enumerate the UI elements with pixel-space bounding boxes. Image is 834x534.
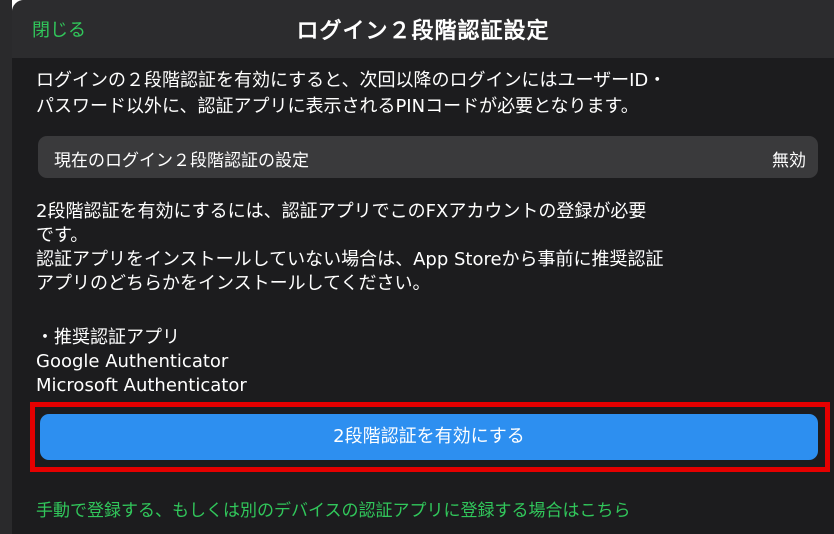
recommended-app-google: Google Authenticator — [36, 351, 229, 372]
page-title: ログイン２段階認証設定 — [296, 19, 550, 44]
intro-text: ログインの２段階認証を有効にすると、次回以降のログインにはユーザーID・ パスワ… — [36, 68, 826, 120]
two-factor-settings-modal: 閉じる ログイン２段階認証設定 ログインの２段階認証を有効にすると、次回以降のロ… — [12, 0, 834, 534]
recommended-apps-heading: ・推奨認証アプリ — [36, 327, 180, 348]
intro-line-1: ログインの２段階認証を有効にすると、次回以降のログインにはユーザーID・ — [36, 70, 667, 91]
instructions-line-1: 2段階認証を有効にするには、認証アプリでこのFXアカウントの登録が必要 — [36, 201, 647, 222]
recommended-app-microsoft: Microsoft Authenticator — [36, 375, 247, 396]
intro-line-2: パスワード以外に、認証アプリに表示されるPINコードが必要となります。 — [36, 96, 639, 117]
page: 閉じる ログイン２段階認証設定 ログインの２段階認証を有効にすると、次回以降のロ… — [0, 0, 834, 534]
instructions-text: 2段階認証を有効にするには、認証アプリでこのFXアカウントの登録が必要 です。 … — [36, 200, 826, 296]
instructions-line-3: 認証アプリをインストールしていない場合は、App Storeから事前に推奨認証 — [36, 249, 664, 270]
navbar: 閉じる ログイン２段階認証設定 — [12, 0, 834, 58]
enable-two-factor-button[interactable]: 2段階認証を有効にする — [40, 414, 818, 460]
current-setting-value: 無効 — [772, 151, 806, 171]
instructions-line-2: です。 — [36, 225, 89, 246]
current-setting-row: 現在のログイン２段階認証の設定 無効 — [38, 136, 818, 178]
current-setting-label: 現在のログイン２段階認証の設定 — [54, 151, 309, 171]
background-strip — [0, 0, 12, 534]
manual-registration-link[interactable]: 手動で登録する、もしくは別のデバイスの認証アプリに登録する場合はこちら — [36, 496, 631, 521]
instructions-line-4: アプリのどちらかをインストールしてください。 — [36, 273, 431, 294]
recommended-apps: ・推奨認証アプリ Google Authenticator Microsoft … — [36, 326, 247, 398]
